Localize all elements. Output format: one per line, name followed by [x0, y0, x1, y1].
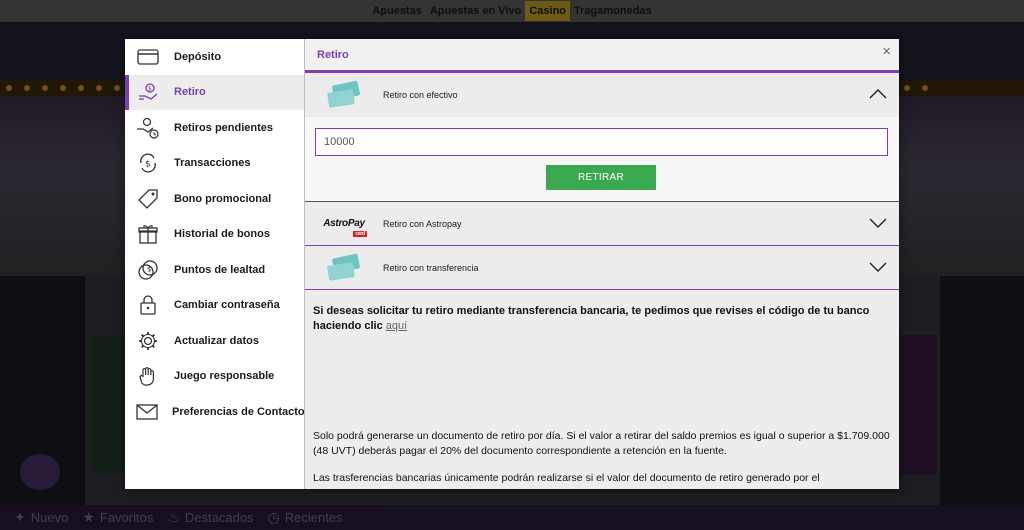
pending-withdraw-icon	[136, 117, 160, 139]
sidebar-item-label: Transacciones	[174, 157, 251, 170]
sidebar-item-deposito[interactable]: Depósito	[125, 39, 304, 75]
tag-icon	[136, 188, 160, 210]
svg-text:$: $	[145, 160, 151, 170]
sidebar-item-retiro[interactable]: $ Retiro	[125, 74, 304, 110]
panel-header: Retiro ×	[305, 39, 899, 73]
bank-code-note: Si deseas solicitar tu retiro mediante t…	[313, 305, 870, 332]
lock-icon	[136, 294, 160, 316]
sidebar-item-label: Actualizar datos	[174, 334, 259, 347]
transfer-cards-icon	[305, 252, 383, 281]
sidebar-item-actualizar-datos[interactable]: Actualizar datos	[125, 323, 304, 359]
envelope-icon	[136, 401, 158, 423]
sidebar-item-label: Bono promocional	[174, 192, 272, 205]
sidebar-item-label: Juego responsable	[174, 370, 275, 383]
sidebar-item-label: Retiro	[174, 86, 206, 99]
method-label: Retiro con Astropay	[383, 218, 462, 229]
method-label: Retiro con transferencia	[383, 262, 479, 273]
cash-cards-icon	[305, 80, 383, 108]
card-icon	[136, 46, 160, 68]
sidebar-item-historial-de-bonos[interactable]: Historial de bonos	[125, 217, 304, 253]
svg-text:$: $	[147, 265, 151, 273]
sidebar-item-cambiar-contrasena[interactable]: Cambiar contraseña	[125, 288, 304, 324]
method-transfer-header[interactable]: Retiro con transferencia	[305, 246, 899, 290]
method-label: Retiro con efectivo	[383, 90, 458, 100]
gift-icon	[136, 223, 160, 245]
account-sidebar: Depósito $ Retiro Retiros pendientes $ T…	[125, 39, 305, 489]
method-cash-header[interactable]: Retiro con efectivo	[305, 73, 899, 117]
sidebar-item-transacciones[interactable]: $ Transacciones	[125, 146, 304, 182]
astropay-logo: AstroPay card	[323, 218, 367, 237]
svg-text:$: $	[148, 86, 152, 93]
chevron-down-icon[interactable]	[869, 216, 887, 230]
chevron-down-icon[interactable]	[869, 260, 887, 274]
hand-money-icon: $	[136, 81, 160, 103]
sidebar-item-juego-responsable[interactable]: Juego responsable	[125, 359, 304, 395]
bank-code-link[interactable]: aquí	[386, 320, 407, 332]
sidebar-item-preferencias-de-contacto[interactable]: Preferencias de Contacto	[125, 394, 305, 430]
withdraw-panel: Retiro × Retiro con efectivo RETIRAR Ast…	[304, 39, 899, 489]
withdraw-rules-text: Solo podrá generarse un documento de ret…	[313, 430, 890, 457]
gear-icon	[136, 330, 160, 352]
transfer-rules-text: Las trasferencias bancarias únicamente p…	[313, 472, 820, 484]
amount-input[interactable]	[315, 128, 888, 156]
sidebar-item-puntos-de-lealtad[interactable]: $ Puntos de lealtad	[125, 252, 304, 288]
close-icon[interactable]: ×	[882, 44, 891, 59]
sidebar-item-bono-promocional[interactable]: Bono promocional	[125, 181, 304, 217]
coins-icon: $	[136, 259, 160, 281]
sidebar-item-retiros-pendientes[interactable]: Retiros pendientes	[125, 110, 304, 146]
method-astropay-header[interactable]: AstroPay card Retiro con Astropay	[305, 202, 899, 246]
withdraw-button[interactable]: RETIRAR	[546, 165, 656, 190]
sidebar-item-label: Historial de bonos	[174, 228, 270, 241]
sidebar-item-label: Retiros pendientes	[174, 121, 274, 134]
panel-title: Retiro	[317, 48, 349, 61]
withdraw-info: Si deseas solicitar tu retiro mediante t…	[305, 290, 899, 486]
sidebar-item-label: Puntos de lealtad	[174, 263, 266, 276]
sidebar-item-label: Preferencias de Contacto	[172, 405, 305, 418]
method-cash-body: RETIRAR	[305, 117, 899, 202]
sidebar-item-label: Depósito	[174, 50, 222, 63]
hand-icon	[136, 365, 160, 387]
transactions-icon: $	[136, 152, 160, 174]
chevron-up-icon[interactable]	[869, 87, 887, 101]
account-modal: Depósito $ Retiro Retiros pendientes $ T…	[125, 39, 899, 489]
sidebar-item-label: Cambiar contraseña	[174, 299, 280, 312]
